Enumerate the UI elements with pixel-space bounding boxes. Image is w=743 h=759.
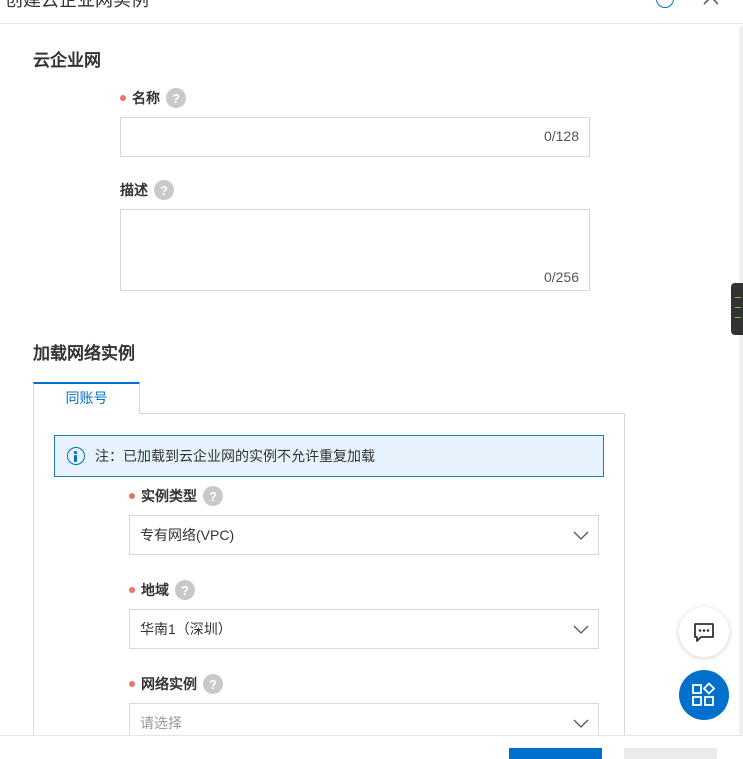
chat-icon bbox=[694, 623, 714, 642]
desc-label: 描述 bbox=[120, 182, 148, 198]
chevron-down-icon bbox=[573, 625, 589, 634]
notice-text: 注：已加载到云企业网的实例不允许重复加载 bbox=[95, 448, 375, 464]
network-instance-placeholder: 请选择 bbox=[140, 715, 182, 731]
instance-type-value: 专有网络(VPC) bbox=[140, 527, 235, 543]
chevron-down-icon bbox=[573, 531, 589, 540]
notice-banner: 注：已加载到云企业网的实例不允许重复加载 bbox=[54, 435, 604, 477]
name-input[interactable]: 0/128 bbox=[120, 117, 590, 157]
info-icon bbox=[67, 447, 85, 465]
chevron-down-icon bbox=[573, 719, 589, 728]
instance-type-label-row: 实例类型 ? bbox=[129, 486, 223, 506]
desc-char-counter: 0/256 bbox=[543, 269, 579, 285]
desc-label-row: 描述 ? bbox=[120, 180, 174, 200]
required-indicator bbox=[120, 95, 126, 101]
instance-type-label: 实例类型 bbox=[141, 488, 197, 504]
help-icon[interactable]: ? bbox=[203, 486, 223, 506]
name-char-counter: 0/128 bbox=[543, 128, 579, 144]
network-instance-label-row: 网络实例 ? bbox=[129, 674, 223, 694]
name-label: 名称 bbox=[132, 90, 160, 106]
description-textarea[interactable]: 0/256 bbox=[120, 209, 590, 291]
dialog-title: 创建云企业网实例 bbox=[5, 0, 149, 10]
region-label-row: 地域 ? bbox=[129, 580, 195, 600]
required-indicator bbox=[129, 587, 135, 593]
help-icon[interactable]: ? bbox=[166, 88, 186, 108]
required-indicator bbox=[129, 681, 135, 687]
dialog-footer bbox=[0, 735, 743, 759]
apps-icon bbox=[692, 682, 716, 706]
dialog-header: 创建云企业网实例 bbox=[0, 0, 743, 24]
region-select[interactable]: 华南1（深圳） bbox=[129, 609, 599, 649]
side-panel-tab[interactable] bbox=[731, 283, 743, 335]
chat-button[interactable] bbox=[679, 607, 729, 657]
section-title-attach: 加载网络实例 bbox=[33, 344, 135, 363]
region-label: 地域 bbox=[141, 582, 169, 598]
help-icon[interactable]: ? bbox=[154, 180, 174, 200]
help-icon[interactable]: ? bbox=[203, 674, 223, 694]
required-indicator bbox=[129, 493, 135, 499]
close-icon[interactable] bbox=[702, 0, 720, 6]
info-icon[interactable] bbox=[656, 0, 674, 8]
tab-same-account[interactable]: 同账号 bbox=[33, 382, 140, 414]
region-value: 华南1（深圳） bbox=[140, 621, 232, 637]
confirm-button[interactable] bbox=[509, 748, 602, 759]
section-title-cen: 云企业网 bbox=[33, 51, 101, 70]
help-icon[interactable]: ? bbox=[175, 580, 195, 600]
name-label-row: 名称 ? bbox=[120, 88, 186, 108]
scrollbar[interactable] bbox=[739, 26, 743, 734]
cancel-button[interactable] bbox=[624, 748, 717, 759]
apps-button[interactable] bbox=[679, 670, 729, 720]
network-instance-label: 网络实例 bbox=[141, 676, 197, 692]
instance-type-select[interactable]: 专有网络(VPC) bbox=[129, 515, 599, 555]
